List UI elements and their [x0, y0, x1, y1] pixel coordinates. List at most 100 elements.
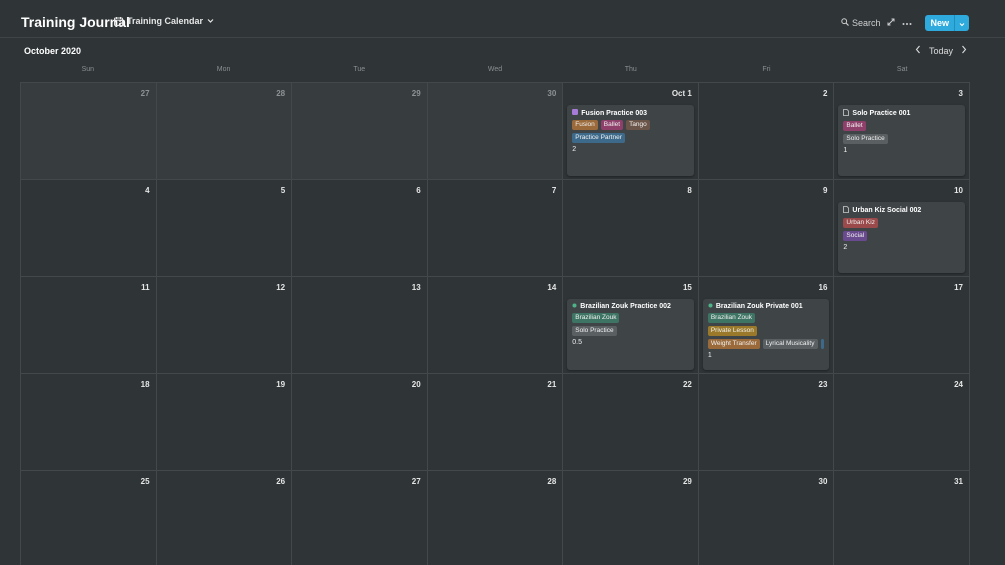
day-number: Oct 1 [671, 89, 692, 98]
tag-row: Ballet [843, 121, 960, 131]
calendar-day-cell[interactable]: 23 [698, 374, 835, 471]
tag-row: Private Lesson [707, 326, 825, 336]
event-tag: Ballet [843, 121, 866, 131]
tag-row: Practice Partner [572, 133, 689, 143]
tag-row: Solo Practice [572, 326, 689, 336]
event-value: 1 [707, 352, 712, 359]
calendar-day-cell[interactable]: 7 [427, 180, 564, 277]
weekday-wed: Wed [487, 66, 503, 73]
day-number: 4 [145, 186, 150, 195]
day-number: 27 [411, 477, 421, 486]
month-label: October 2020 [24, 46, 82, 56]
expand-icon[interactable] [887, 18, 895, 28]
new-button[interactable]: New [925, 15, 969, 31]
day-number: 15 [682, 283, 692, 292]
day-number: 20 [411, 380, 421, 389]
tag-row: Brazilian Zouk [572, 313, 689, 323]
event-value: 0.5 [572, 339, 583, 346]
calendar-day-cell[interactable]: 29 [292, 83, 428, 180]
tag-row: Urban Kiz [843, 218, 960, 228]
chevron-down-icon [207, 18, 214, 24]
weekday-header: Sun Mon Tue Wed Thu Fri Sat [20, 66, 970, 82]
day-number: 23 [818, 380, 828, 389]
calendar-day-cell[interactable]: 11 [21, 277, 157, 374]
calendar-day-cell[interactable]: 29 [563, 471, 699, 565]
calendar-day-cell[interactable]: 10 Urban Kiz Social 002 Urban Kiz Social 2 [834, 180, 970, 277]
new-options-chevron-icon[interactable] [954, 15, 969, 31]
calendar-day-cell[interactable]: 13 [292, 277, 428, 374]
tag-row: Brazilian Zouk [707, 313, 825, 323]
day-number: 19 [276, 380, 286, 389]
event-card[interactable]: Urban Kiz Social 002 Urban Kiz Social 2 [838, 202, 965, 273]
event-tag: Solo Practice [572, 326, 617, 336]
calendar-day-cell[interactable]: 21 [427, 374, 564, 471]
calendar-day-cell[interactable]: 26 [157, 471, 293, 565]
day-number: 25 [140, 477, 150, 486]
more-options-icon[interactable] [902, 18, 912, 28]
calendar-day-cell[interactable]: 2 [698, 83, 835, 180]
calendar-day-cell[interactable]: 22 [563, 374, 699, 471]
event-card[interactable]: Fusion Practice 003 Fusion Ballet Tango Prac… [567, 105, 694, 176]
day-number: 21 [547, 380, 557, 389]
event-card[interactable]: Solo Practice 001 Ballet Solo Practice 1 [838, 105, 965, 176]
event-tag: Ballet [600, 120, 624, 130]
day-number: 31 [954, 477, 963, 486]
calendar-day-cell[interactable]: 16 Brazilian Zouk Private 001 Brazilian Zo… [698, 277, 835, 374]
calendar-day-cell[interactable]: 17 [834, 277, 970, 374]
day-number: 18 [140, 380, 150, 389]
calendar-day-cell[interactable]: 6 [292, 180, 428, 277]
calendar-day-cell[interactable]: 24 [834, 374, 970, 471]
chevron-right-icon[interactable] [961, 45, 967, 56]
calendar-day-cell[interactable]: 4 [21, 180, 157, 277]
weekday-sat: Sat [896, 66, 908, 73]
day-number: 5 [280, 186, 286, 195]
calendar-day-cell[interactable]: 30 [427, 83, 564, 180]
calendar-day-cell[interactable]: 18 [21, 374, 157, 471]
event-card[interactable]: Brazilian Zouk Private 001 Brazilian Zouk… [702, 299, 830, 370]
new-button-label: New [930, 18, 949, 28]
day-number: 8 [687, 186, 692, 195]
view-switcher[interactable]: Training Calendar [114, 16, 214, 26]
event-title: Urban Kiz Social 002 [852, 207, 922, 214]
green-dot-icon [708, 303, 713, 310]
calendar-day-cell[interactable]: 3 Solo Practice 001 Ballet Solo Practice 1 [834, 83, 970, 180]
day-number: 7 [551, 186, 557, 195]
calendar-day-cell[interactable]: 27 [21, 83, 157, 180]
event-title-row: Urban Kiz Social 002 [843, 206, 960, 215]
calendar-day-cell[interactable]: 19 [156, 374, 293, 471]
calendar-day-cell[interactable]: 9 [698, 180, 835, 277]
chevron-left-icon[interactable] [915, 45, 921, 56]
search-button[interactable]: Search [841, 18, 880, 28]
event-title-row: Brazilian Zouk Practice 002 [572, 303, 689, 310]
tag-row: Social [843, 231, 960, 241]
calendar-day-cell[interactable]: 15 Brazilian Zouk Practice 002 Brazilian Z… [563, 277, 699, 374]
tag-row: Solo Practice [843, 134, 960, 144]
calendar-day-cell[interactable]: 31 [834, 471, 970, 565]
calendar-day-cell[interactable]: 12 [156, 277, 293, 374]
calendar-day-cell[interactable]: 30 [699, 471, 835, 565]
event-tag [820, 339, 824, 349]
day-number: 13 [411, 283, 421, 292]
calendar-day-cell[interactable]: 5 [156, 180, 293, 277]
calendar-day-cell[interactable]: 28 [156, 83, 293, 180]
event-tag: Urban Kiz [843, 218, 878, 228]
event-tag: Weight Transfer [707, 339, 760, 349]
event-tag: Tango [626, 120, 650, 130]
today-button[interactable]: Today [929, 46, 953, 56]
event-card[interactable]: Brazilian Zouk Practice 002 Brazilian Zou… [567, 299, 694, 370]
calendar-day-cell[interactable]: 27 [292, 471, 428, 565]
calendar-day-cell[interactable]: Oct 1 Fusion Practice 003 Fusion Ballet Tang… [563, 83, 699, 180]
day-number: 27 [140, 89, 150, 98]
calendar-day-cell[interactable]: 28 [428, 471, 564, 565]
event-title-row: Solo Practice 001 [843, 109, 960, 118]
calendar-day-cell[interactable]: 14 [427, 277, 564, 374]
calendar-day-cell[interactable]: 25 [21, 471, 157, 565]
calendar-day-cell[interactable]: 20 [292, 374, 428, 471]
calendar-day-cell[interactable]: 8 [563, 180, 699, 277]
event-tag: Practice Partner [572, 133, 625, 143]
day-number: 29 [682, 477, 692, 486]
day-number: 28 [276, 89, 286, 98]
event-title: Fusion Practice 003 [581, 109, 648, 117]
event-tag: Brazilian Zouk [572, 313, 620, 323]
event-title: Solo Practice 001 [852, 110, 911, 117]
